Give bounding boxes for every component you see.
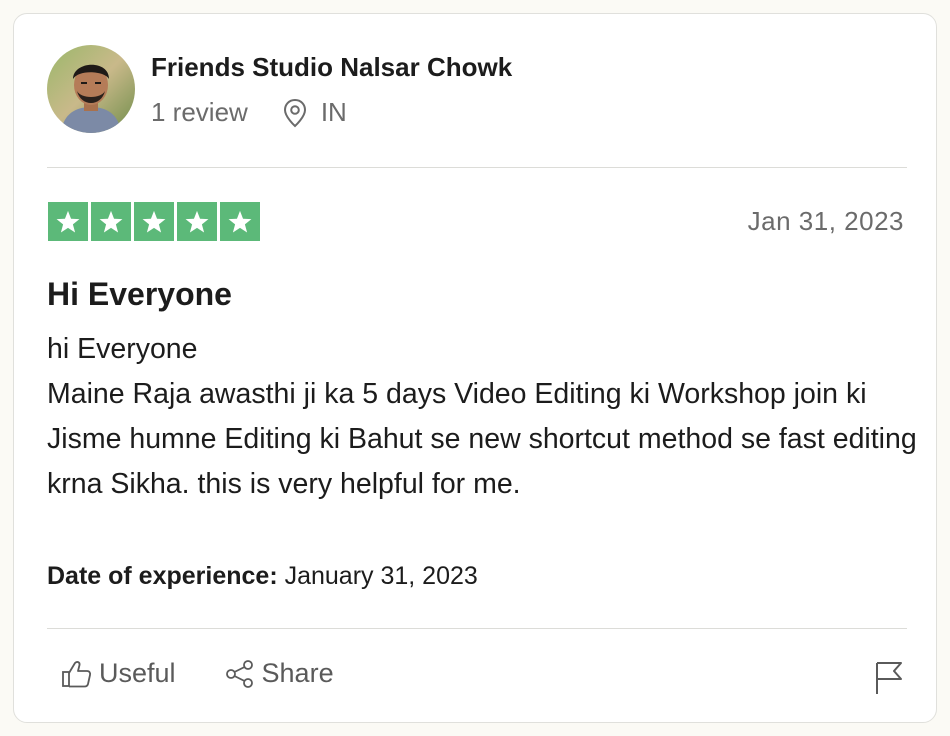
avatar-photo bbox=[47, 45, 135, 133]
experience-date: January 31, 2023 bbox=[284, 562, 478, 590]
star-icon bbox=[220, 202, 260, 241]
report-flag-button[interactable] bbox=[874, 660, 904, 696]
divider bbox=[47, 628, 907, 629]
useful-button[interactable]: Useful bbox=[61, 658, 176, 689]
review-count: 1 review bbox=[151, 97, 248, 127]
review-actions: Useful Share bbox=[61, 658, 334, 689]
reviewer-location: IN bbox=[320, 97, 347, 127]
date-of-experience: Date of experience: January 31, 2023 bbox=[47, 562, 478, 591]
divider bbox=[47, 167, 907, 168]
thumbs-up-icon bbox=[62, 660, 92, 687]
star-icon bbox=[91, 202, 131, 241]
share-icon bbox=[225, 659, 253, 688]
flag-icon bbox=[876, 662, 902, 694]
reviewer-meta: 1 review IN bbox=[151, 97, 347, 128]
share-label: Share bbox=[261, 658, 334, 688]
review-title[interactable]: Hi Everyone bbox=[47, 276, 232, 313]
star-icon bbox=[177, 202, 217, 241]
experience-label: Date of experience: bbox=[47, 562, 278, 590]
star-rating bbox=[48, 202, 263, 241]
share-button[interactable]: Share bbox=[224, 658, 334, 689]
reviewer-name[interactable]: Friends Studio Nalsar Chowk bbox=[151, 52, 512, 83]
review-card: Friends Studio Nalsar Chowk 1 review IN … bbox=[13, 13, 937, 723]
review-date: Jan 31, 2023 bbox=[747, 206, 904, 236]
review-body: hi Everyone Maine Raja awasthi ji ka 5 d… bbox=[47, 333, 917, 500]
star-icon bbox=[48, 202, 88, 241]
useful-label: Useful bbox=[99, 658, 176, 688]
avatar[interactable] bbox=[47, 45, 135, 133]
map-pin-icon bbox=[282, 98, 308, 128]
star-icon bbox=[134, 202, 174, 241]
